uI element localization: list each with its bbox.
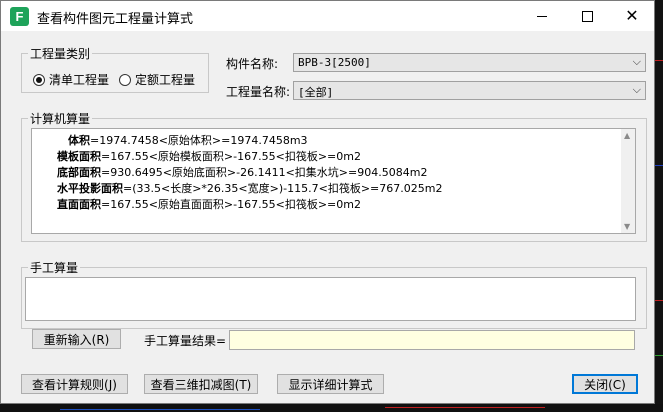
dialog-window: F 查看构件图元工程量计算式 ✕ 工程量类别 清单工程量 定额工程量 构件名称:… (0, 0, 655, 404)
quantity-type-legend: 工程量类别 (28, 45, 93, 62)
calc-line: 底部面积=930.6495<原始底面积>-26.1411<扣集水坑>=904.5… (57, 166, 428, 179)
vertical-scrollbar[interactable]: ▲ ▼ (621, 129, 635, 233)
maximize-button[interactable] (564, 1, 610, 31)
manual-result-field[interactable] (229, 330, 635, 350)
computer-calc-textarea[interactable]: 体积=1974.7458<原始体积>=1974.7458m3 模板面积=167.… (31, 128, 636, 234)
reenter-button[interactable]: 重新输入(R) (32, 329, 121, 349)
background-line (60, 409, 260, 410)
close-icon: ✕ (625, 6, 639, 25)
quantity-name-value: [全部] (298, 86, 334, 99)
chevron-down-icon: ⌵ (632, 55, 641, 68)
background-line (655, 300, 663, 301)
radio-label: 定额工程量 (135, 73, 196, 87)
app-logo-icon: F (10, 7, 29, 26)
computer-calc-legend: 计算机算量 (28, 110, 93, 127)
scroll-up-icon[interactable]: ▲ (624, 131, 630, 140)
minimize-button[interactable] (519, 1, 565, 31)
view-rules-button[interactable]: 查看计算规则(J) (21, 374, 128, 394)
radio-unchecked-icon (119, 73, 131, 86)
manual-calc-textarea[interactable] (25, 277, 636, 321)
calc-line: 模板面积=167.55<原始模板面积>-167.55<扣筏板>=0m2 (57, 150, 361, 163)
component-name-label: 构件名称: (226, 57, 279, 71)
radio-checked-icon (33, 73, 45, 86)
scroll-down-icon[interactable]: ▼ (624, 222, 630, 231)
minimize-icon (537, 15, 547, 17)
show-detail-button[interactable]: 显示详细计算式 (277, 374, 384, 394)
title-bar[interactable]: F 查看构件图元工程量计算式 ✕ (1, 1, 654, 31)
window-title: 查看构件图元工程量计算式 (37, 12, 194, 27)
calc-line: 体积=1974.7458<原始体积>=1974.7458m3 (68, 134, 308, 147)
background-line (385, 407, 545, 408)
quantity-name-select[interactable]: [全部] ⌵ (293, 81, 646, 100)
quantity-name-label: 工程量名称: (226, 85, 291, 99)
component-name-value: BPB-3[2500] (298, 56, 371, 69)
calc-line: 水平投影面积=(33.5<长度>*26.35<宽度>)-115.7<扣筏板>=7… (57, 182, 443, 195)
manual-result-label: 手工算量结果= (144, 334, 227, 348)
background-line (655, 165, 663, 166)
manual-calc-legend: 手工算量 (28, 259, 81, 276)
component-name-select[interactable]: BPB-3[2500] ⌵ (293, 53, 646, 72)
radio-bill-quantity[interactable]: 清单工程量 (33, 71, 109, 88)
background-bottom (0, 404, 663, 412)
close-window-button[interactable]: ✕ (609, 1, 655, 31)
maximize-icon (581, 10, 593, 22)
background-line (655, 60, 663, 61)
calc-line: 直面面积=167.55<原始直面面积>-167.55<扣筏板>=0m2 (57, 198, 361, 211)
background-cad-canvas (655, 0, 663, 412)
view-3d-deduction-button[interactable]: 查看三维扣减图(T) (144, 374, 258, 394)
close-button[interactable]: 关闭(C) (572, 374, 638, 394)
radio-label: 清单工程量 (49, 73, 110, 87)
radio-quota-quantity[interactable]: 定额工程量 (119, 71, 195, 88)
chevron-down-icon: ⌵ (632, 83, 641, 96)
background-line (655, 355, 663, 356)
